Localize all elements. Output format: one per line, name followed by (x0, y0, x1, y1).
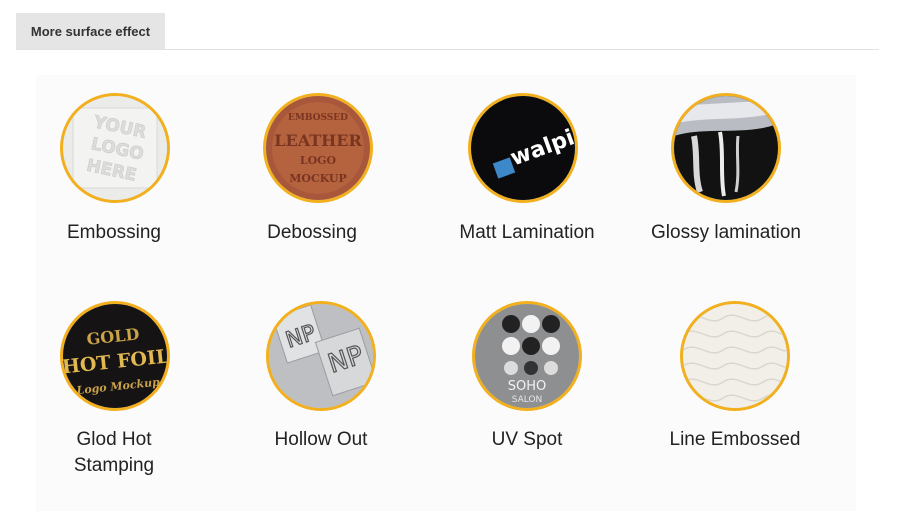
debossing-sample-icon: EMBOSSED LEATHER LOGO MOCKUP (263, 93, 373, 203)
line-embossed-sample-icon (680, 301, 790, 411)
line-embossed-label: Line Embossed (669, 429, 801, 450)
matt-lamination-label: Matt Lamination (459, 222, 595, 243)
uv-spot-label: UV Spot (491, 429, 563, 450)
svg-text:SOHO: SOHO (508, 379, 547, 394)
embossing-label: Embossing (67, 222, 161, 243)
hollow-out-label: Hollow Out (274, 429, 368, 450)
tab-more-surface-effect[interactable]: More surface effect (16, 13, 165, 49)
svg-text:LOGO: LOGO (300, 154, 337, 167)
svg-text:LEATHER: LEATHER (274, 131, 362, 150)
hot-stamping-label: Glod Hot Stamping (24, 427, 204, 479)
tab-bar: More surface effect (16, 13, 879, 50)
debossing-label: Debossing (267, 222, 357, 243)
matt-lamination-sample-icon: walpis (468, 93, 578, 203)
hollow-out-sample-icon: NP NP (266, 301, 376, 411)
hot-stamping-label-text: Glod Hot Stamping (73, 429, 155, 476)
glossy-lamination-label: Glossy lamination (651, 222, 801, 243)
svg-text:MOCKUP: MOCKUP (289, 172, 347, 185)
glossy-lamination-sample-icon (671, 93, 781, 203)
embossing-sample-icon: YOUR LOGO HERE (60, 93, 170, 203)
svg-text:SALON: SALON (512, 395, 543, 405)
uv-spot-sample-icon: SOHO SALON (472, 301, 582, 411)
svg-text:EMBOSSED: EMBOSSED (288, 113, 348, 123)
hot-stamping-sample-icon: GOLD HOT FOIL Logo Mockup (60, 301, 170, 411)
